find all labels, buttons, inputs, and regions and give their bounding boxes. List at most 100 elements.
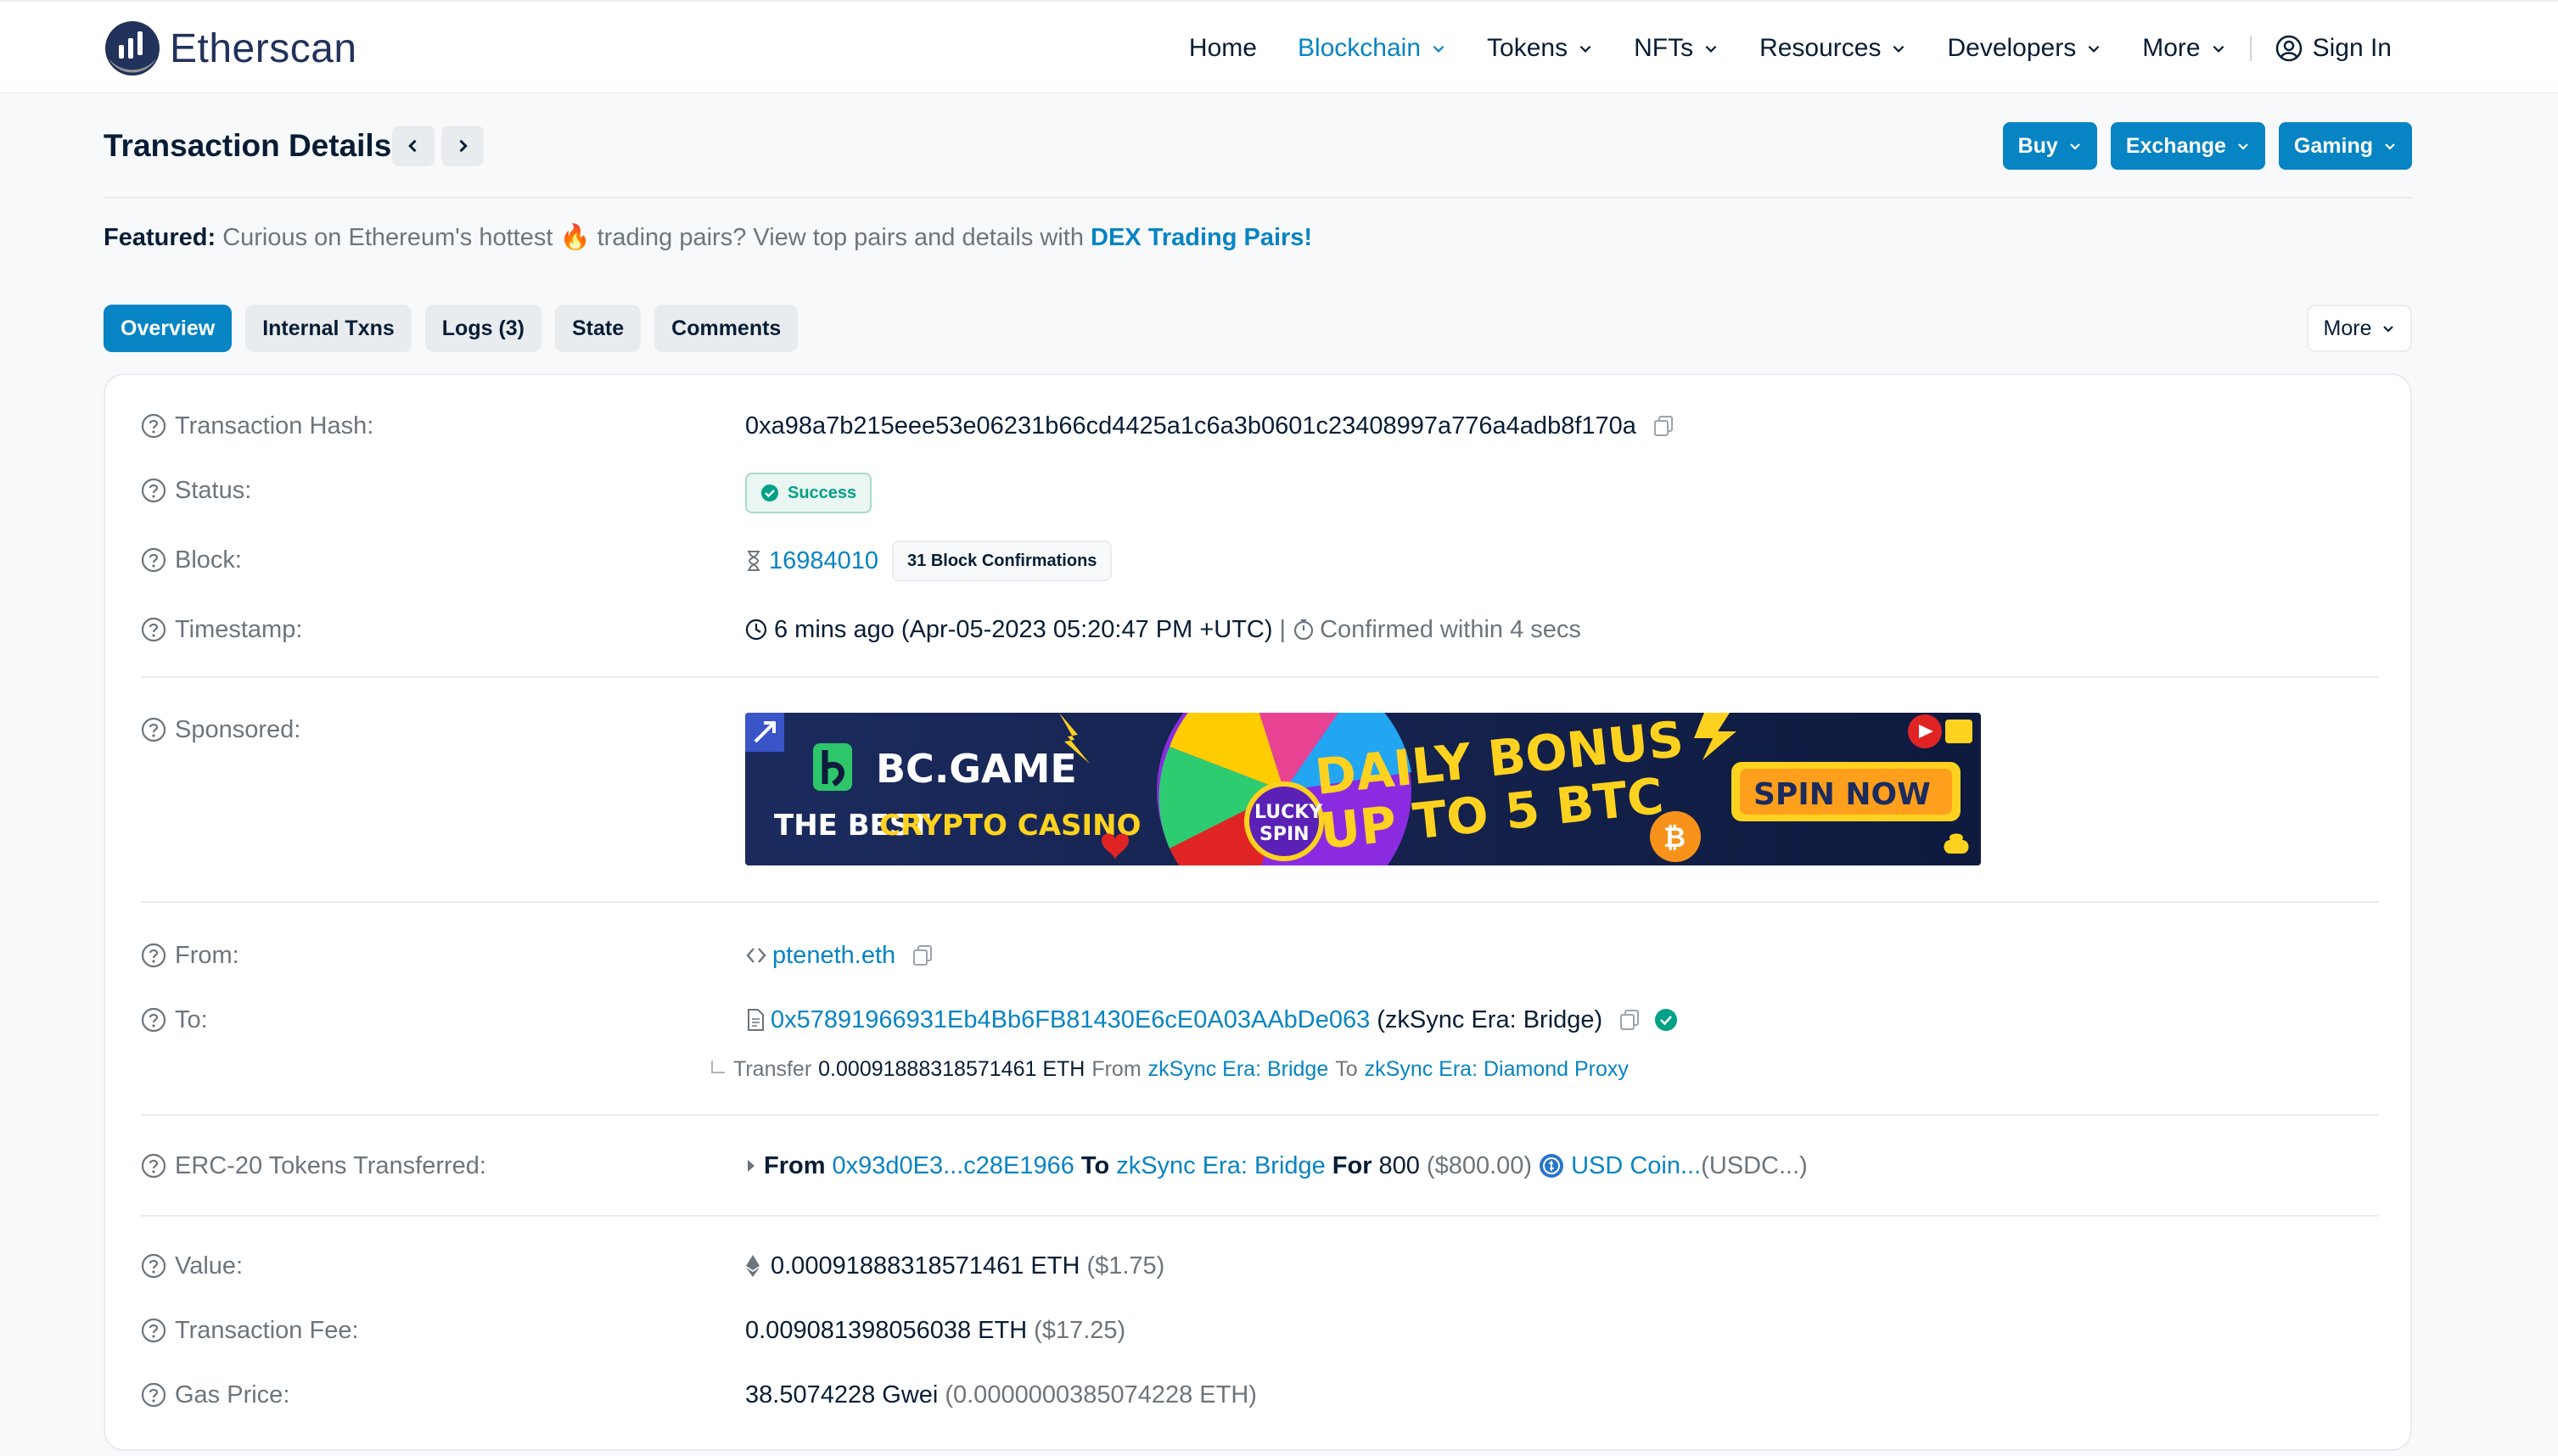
sponsored-ad-banner[interactable]: BC.GAME THE BEST CRYPTO CASINO LUCKY SPI… [745, 713, 1981, 865]
chevron-down-icon [1579, 45, 1591, 53]
to-name-tag: (zkSync Era: Bridge) [1377, 1005, 1603, 1033]
section-divider [141, 676, 2378, 678]
to-label: To: [175, 1005, 208, 1033]
question-circle-icon[interactable] [141, 478, 166, 503]
featured-text: Curious on Ethereum's hottest [216, 224, 560, 251]
status-text: Success [788, 483, 857, 502]
wheel-center-1: LUCKY [1254, 802, 1323, 823]
question-circle-icon[interactable] [141, 617, 166, 642]
chevron-down-icon [1433, 45, 1444, 53]
transfer-from-link[interactable]: zkSync Era: Bridge [1148, 1057, 1329, 1082]
exchange-button[interactable]: Exchange [2110, 122, 2265, 170]
nav-more[interactable]: More [2142, 34, 2225, 63]
caret-right-icon[interactable] [745, 1158, 757, 1173]
featured-text-2: trading pairs? View top pairs and detail… [590, 224, 1091, 251]
chevron-right-icon [459, 139, 468, 153]
transaction-details-card: Transaction Hash: 0xa98a7b215eee53e06231… [104, 373, 2412, 1451]
user-circle-icon [2275, 35, 2302, 62]
copy-icon[interactable] [1618, 1008, 1641, 1032]
nav-tokens-label: Tokens [1487, 34, 1568, 62]
question-circle-icon[interactable] [141, 547, 166, 573]
next-tx-button[interactable] [441, 126, 484, 166]
section-divider [141, 1114, 2378, 1116]
question-circle-icon[interactable] [141, 413, 166, 439]
main-nav: Home Blockchain Tokens NFTs Resources De… [1148, 20, 2392, 76]
hourglass-icon [748, 551, 760, 571]
nav-blockchain-label: Blockchain [1297, 34, 1422, 62]
sign-in-link[interactable]: Sign In [2275, 34, 2392, 63]
chevron-down-icon [1893, 45, 1904, 53]
block-label: Block: [175, 546, 242, 574]
usdc-token-link[interactable]: USD Coin... [1571, 1152, 1701, 1180]
gaming-button[interactable]: Gaming [2278, 122, 2412, 170]
nav-blockchain[interactable]: Blockchain [1298, 34, 1446, 63]
tab-comments[interactable]: Comments [654, 305, 799, 352]
tab-state[interactable]: State [555, 305, 642, 352]
fee-usd: ($17.25) [1034, 1316, 1126, 1344]
fee-value-wrap: 0.009081398056038 ETH ($17.25) [745, 1313, 1125, 1347]
gas-label: Gas Price: [175, 1380, 290, 1408]
erc20-from-word: From [764, 1151, 826, 1179]
tab-logs[interactable]: Logs (3) [424, 305, 541, 352]
erc20-token-symbol: (USDC...) [1701, 1151, 1808, 1179]
nav-nfts[interactable]: NFTs [1634, 34, 1719, 63]
erc20-to-link[interactable]: zkSync Era: Bridge [1116, 1152, 1326, 1180]
previous-tx-button[interactable] [392, 126, 435, 166]
transfer-to-word: To [1335, 1056, 1358, 1081]
transfer-to-link[interactable]: zkSync Era: Diamond Proxy [1365, 1057, 1629, 1082]
timestamp-label: Timestamp: [175, 615, 303, 643]
erc20-value-wrap: From 0x93d0E3...c28E1966 To zkSync Era: … [745, 1149, 1808, 1183]
to-label-wrap: To: [141, 1003, 208, 1037]
question-circle-icon[interactable] [141, 1318, 166, 1343]
question-circle-icon[interactable] [141, 1253, 166, 1279]
internal-transfer-line: Transfer 0.00091888318571461 ETH From zk… [710, 1054, 1629, 1084]
sponsored-label: Sponsored: [175, 715, 301, 743]
erc20-from-link[interactable]: 0x93d0E3...c28E1966 [833, 1152, 1074, 1180]
from-address-link[interactable]: pteneth.eth [772, 942, 895, 970]
dex-trading-pairs-link[interactable]: DEX Trading Pairs! [1091, 224, 1312, 251]
copy-icon[interactable] [1652, 414, 1675, 438]
more-dropdown-button[interactable]: More [2307, 305, 2412, 352]
from-value-wrap: pteneth.eth [745, 938, 934, 972]
verified-check-icon [1655, 1009, 1678, 1031]
copy-icon[interactable] [911, 944, 934, 967]
clock-icon [745, 619, 767, 641]
buy-button[interactable]: Buy [2002, 122, 2097, 170]
nav-developers[interactable]: Developers [1947, 34, 2101, 63]
section-divider [141, 1215, 2378, 1217]
chevron-down-icon [2070, 143, 2080, 150]
tab-overview[interactable]: Overview [104, 305, 233, 352]
chevron-down-icon [2088, 45, 2100, 53]
nav-resources[interactable]: Resources [1759, 34, 1906, 63]
value-value-wrap: 0.00091888318571461 ETH ($1.75) [745, 1249, 1164, 1283]
status-label-wrap: Status: [141, 473, 251, 507]
question-circle-icon[interactable] [141, 1007, 166, 1033]
from-label: From: [175, 941, 239, 969]
nav-home[interactable]: Home [1189, 34, 1257, 63]
from-label-wrap: From: [141, 938, 239, 972]
value-eth: 0.00091888318571461 ETH [771, 1252, 1080, 1280]
transaction-hash: 0xa98a7b215eee53e06231b66cd4425a1c6a3b06… [745, 412, 1636, 440]
sign-in-label: Sign In [2312, 34, 2392, 62]
hash-value-wrap: 0xa98a7b215eee53e06231b66cd4425a1c6a3b06… [745, 409, 1675, 443]
etherscan-logo[interactable]: Etherscan [104, 19, 357, 78]
value-label-wrap: Value: [141, 1249, 243, 1283]
nav-tokens[interactable]: Tokens [1487, 34, 1593, 63]
question-circle-icon[interactable] [141, 1153, 166, 1179]
chevron-down-icon [2213, 45, 2224, 53]
question-circle-icon[interactable] [141, 1382, 166, 1408]
to-address-link[interactable]: 0x57891966931Eb4Bb6FB81430E6cE0A03AAbDe0… [771, 1006, 1370, 1034]
block-value-wrap: 16984010 31 Block Confirmations [745, 540, 1113, 582]
wheel-center-2: SPIN [1259, 824, 1310, 845]
chevron-left-icon [408, 139, 417, 153]
question-circle-icon[interactable] [141, 943, 166, 968]
question-circle-icon[interactable] [141, 717, 166, 742]
status-badge: Success [745, 473, 872, 513]
gas-eth: (0.0000000385074228 ETH) [945, 1380, 1257, 1408]
nav-nfts-label: NFTs [1634, 34, 1694, 62]
tab-internal-txns[interactable]: Internal Txns [245, 305, 412, 352]
transfer-amount: 0.00091888318571461 ETH [818, 1056, 1085, 1081]
nav-resources-label: Resources [1759, 34, 1882, 62]
bc-game-ad-image: BC.GAME THE BEST CRYPTO CASINO LUCKY SPI… [745, 713, 1981, 865]
block-number-link[interactable]: 16984010 [769, 547, 878, 575]
